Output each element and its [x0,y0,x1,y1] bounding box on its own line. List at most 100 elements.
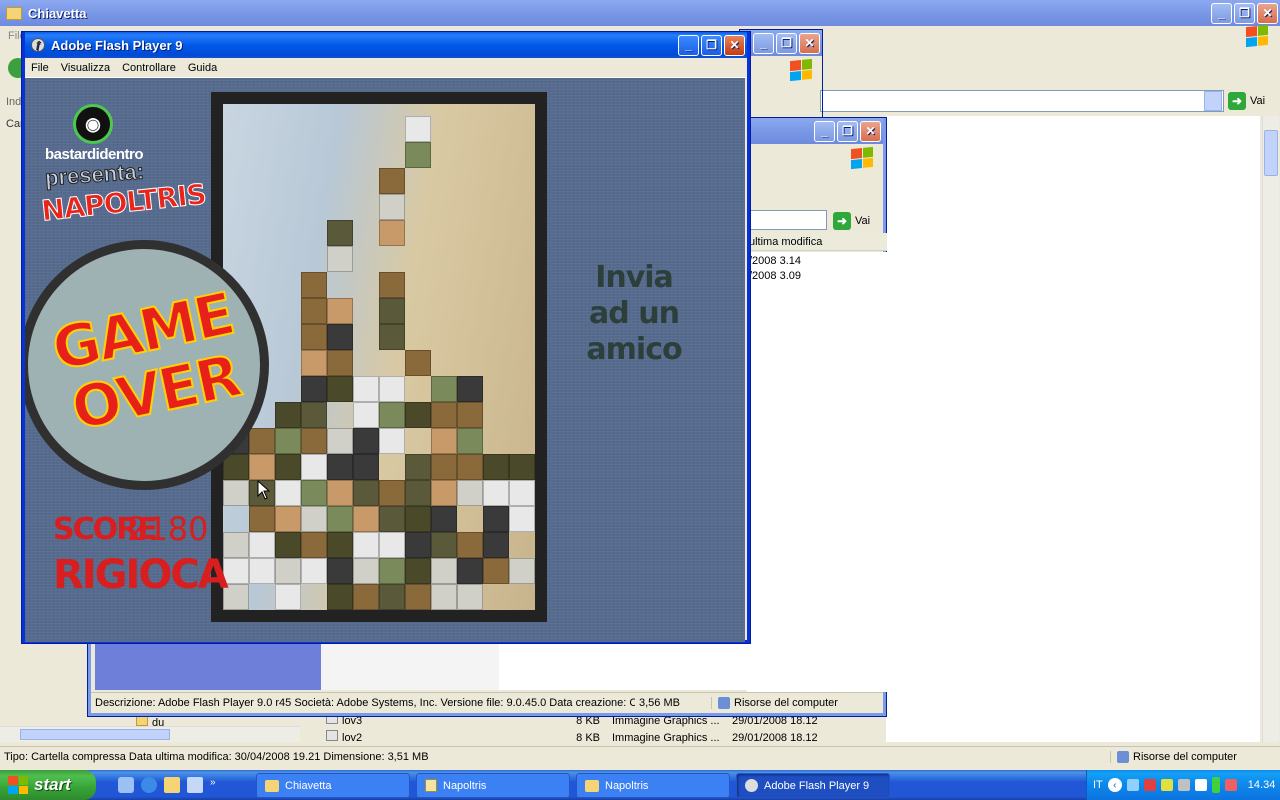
media-icon[interactable] [187,777,203,793]
close-button[interactable]: ✕ [799,32,820,54]
start-label: start [34,775,71,794]
maximize-button[interactable]: ❐ [701,34,722,56]
board-block [379,272,405,298]
status-size: 3,56 MB [639,696,680,709]
task-napoltris-2[interactable]: Napoltris [576,773,730,798]
vertical-scrollbar[interactable] [1262,116,1279,742]
board-block [275,428,301,454]
board-block [327,350,353,376]
status-bar: Tipo: Cartella compressa Data ultima mod… [0,746,1280,766]
menu-guida[interactable]: Guida [188,62,217,74]
board-block [301,376,327,402]
chiavetta-titlebar[interactable]: Chiavetta _ ❐ ✕ [0,0,1280,26]
windows-logo-icon [8,776,28,794]
board-block [249,532,275,558]
antivirus-icon[interactable] [1160,779,1173,791]
network-icon[interactable] [1126,779,1139,791]
board-block [405,454,431,480]
start-button[interactable]: start [0,770,96,800]
list-item-date[interactable]: /2008 3.14 [747,252,887,270]
board-block [379,584,405,610]
alert-icon[interactable] [1224,779,1237,791]
tree-item[interactable]: du [136,716,164,729]
minimize-button[interactable]: _ [753,32,774,54]
board-block [405,584,431,610]
windows-flag-icon [790,58,812,82]
menu-controllare[interactable]: Controllare [122,62,176,74]
maximize-button[interactable]: ❐ [1234,2,1255,24]
board-block [353,376,379,402]
task-chiavetta[interactable]: Chiavetta [256,773,410,798]
go-arrow-icon: ➜ [1228,92,1246,110]
board-block [379,428,405,454]
chevron-right-icon[interactable]: » [210,777,216,793]
maximize-button[interactable]: ❐ [837,120,858,142]
address-field[interactable] [820,90,1224,112]
board-block [301,402,327,428]
image-file-icon [326,730,338,741]
task-napoltris-1[interactable]: Napoltris [416,773,570,798]
close-button[interactable]: ✕ [724,34,745,56]
board-block [327,298,353,324]
chevron-left-icon[interactable]: ‹ [1107,778,1122,792]
board-block [249,506,275,532]
menu-visualizza[interactable]: Visualizza [61,62,110,74]
go-button[interactable]: ➜ Vai [833,212,870,230]
file-list-area [886,116,1260,742]
board-block [301,480,327,506]
back-window-titlebar[interactable]: _ ❐ ✕ [740,30,822,56]
board-block [301,298,327,324]
board-background [223,104,535,610]
system-tray: IT ‹ 14.34 [1086,770,1280,800]
list-item-date[interactable]: /2008 3.09 [747,270,887,282]
board-block [509,480,535,506]
quick-launch-icon[interactable] [118,777,134,793]
board-block [457,402,483,428]
minimize-button[interactable]: _ [814,120,835,142]
folder-icon [265,779,279,792]
volume-icon[interactable] [1194,779,1207,791]
board-block [353,428,379,454]
explorer-icon[interactable] [164,777,180,793]
minimize-button[interactable]: _ [678,34,699,56]
column-header-modified[interactable]: ultima modifica [747,233,887,251]
send-to-friend-button[interactable]: Invia ad un amico [549,260,719,368]
menu-file[interactable]: File [31,62,49,74]
board-block [431,480,457,506]
computer-icon [718,696,730,709]
minimize-button[interactable]: _ [1211,2,1232,24]
device-icon[interactable] [1177,779,1190,791]
board-block [327,220,353,246]
folder-icon [6,6,22,20]
task-label: Napoltris [443,779,487,792]
h-scrollbar-thumb[interactable] [20,729,170,740]
scrollbar-thumb[interactable] [1264,130,1278,176]
board-block [327,428,353,454]
board-block [405,558,431,584]
score-value: 2180 [127,510,209,548]
game-stage[interactable]: ◉ bastardidentro presenta: NAPOLTRIS GAM… [25,78,745,642]
board-block [275,506,301,532]
task-pane [95,640,321,690]
chevron-down-icon[interactable] [1204,91,1222,111]
board-block [301,506,327,532]
board-block [275,584,301,610]
go-button[interactable]: ➜ Vai [1228,92,1265,110]
security-icon[interactable] [1143,779,1156,791]
board-block [379,324,405,350]
board-block [275,480,301,506]
board-block [379,194,405,220]
maximize-button[interactable]: ❐ [776,32,797,54]
replay-button[interactable]: RIGIOCA [53,552,229,598]
board-block [431,506,457,532]
flash-titlebar[interactable]: ƒ Adobe Flash Player 9 _ ❐ ✕ [25,32,747,58]
language-indicator[interactable]: IT [1093,779,1103,791]
list-item[interactable]: lov2 8 KB Immagine Graphics ... 29/01/2008 … [326,730,846,744]
task-flash-player[interactable]: Adobe Flash Player 9 [736,773,890,798]
internet-explorer-icon[interactable] [141,777,157,793]
close-button[interactable]: ✕ [860,120,881,142]
close-button[interactable]: ✕ [1257,2,1278,24]
address-field[interactable] [747,210,827,230]
status-location: Risorse del computer [1110,750,1280,763]
battery-icon[interactable] [1211,777,1220,793]
